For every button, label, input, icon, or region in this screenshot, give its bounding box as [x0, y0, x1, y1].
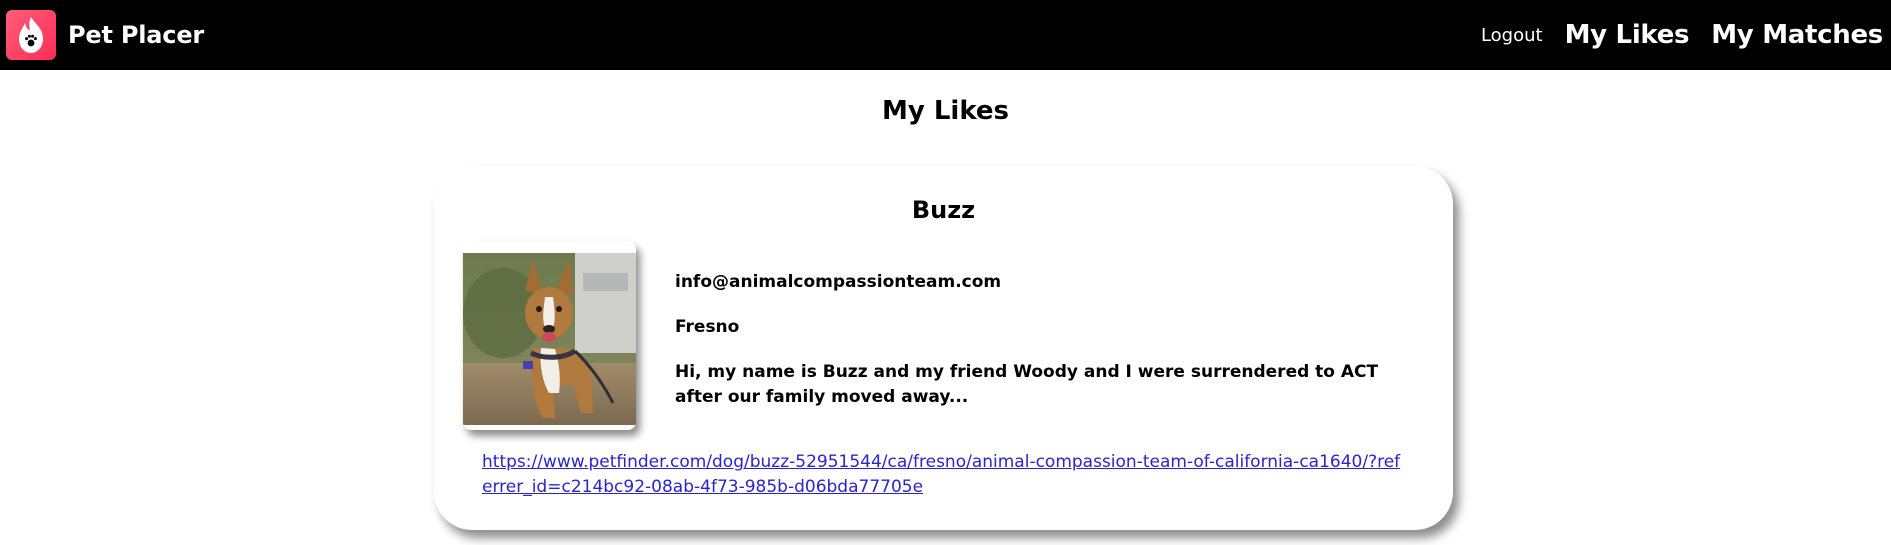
my-likes-link[interactable]: My Likes	[1565, 20, 1690, 50]
nav-links: Logout My Likes My Matches	[1481, 20, 1883, 50]
brand[interactable]: Pet Placer	[6, 10, 204, 60]
navbar: Pet Placer Logout My Likes My Matches	[0, 0, 1891, 70]
pet-city: Fresno	[675, 317, 740, 337]
pet-photo	[463, 253, 636, 425]
pet-photo-frame	[463, 241, 636, 430]
petfinder-link[interactable]: https://www.petfinder.com/dog/buzz-52951…	[482, 450, 1402, 500]
pet-email: info@animalcompassionteam.com	[675, 272, 1002, 292]
flame-paw-icon	[6, 10, 56, 60]
page-title: My Likes	[881, 96, 1010, 126]
pet-card: Buzz info@animalcompassionteam.com Fresn…	[434, 166, 1453, 530]
brand-title: Pet Placer	[68, 21, 205, 49]
pet-description: Hi, my name is Buzz and my friend Woody …	[675, 362, 1379, 407]
pet-name: Buzz	[911, 196, 976, 224]
pet-info: info@animalcompassionteam.com Fresno Hi,…	[675, 270, 1415, 410]
logout-link[interactable]: Logout	[1481, 25, 1543, 46]
my-matches-link[interactable]: My Matches	[1711, 20, 1883, 50]
